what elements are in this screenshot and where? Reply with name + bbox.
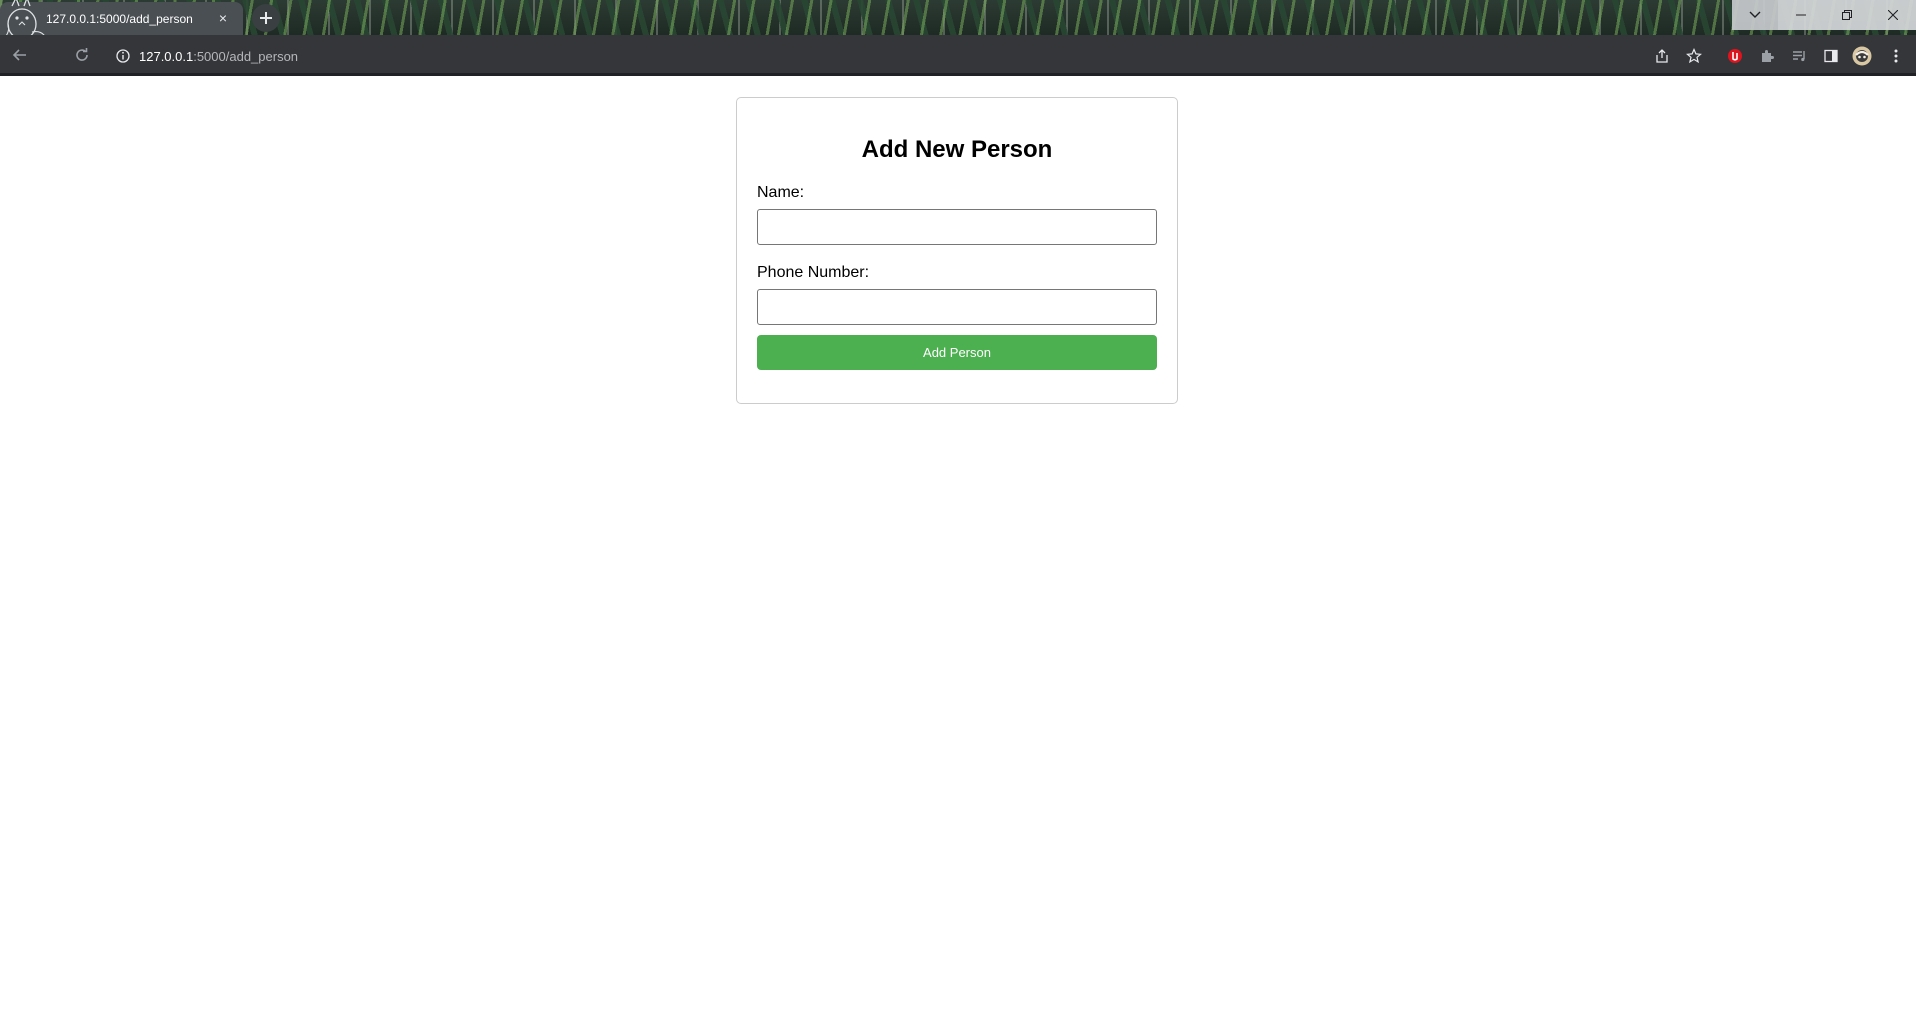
share-button[interactable] (1652, 46, 1672, 66)
tab-search-button[interactable] (1732, 0, 1778, 30)
kebab-menu-icon (1894, 49, 1898, 63)
restore-icon (1842, 10, 1852, 20)
media-queue-button[interactable] (1789, 46, 1809, 66)
extensions-puzzle-icon (1762, 50, 1774, 62)
bookmark-star-icon (1686, 48, 1702, 64)
extension-red-button[interactable] (1725, 46, 1745, 66)
extensions-button[interactable] (1757, 46, 1777, 66)
tab-title: 127.0.0.1:5000/add_person (46, 12, 193, 26)
phone-label: Phone Number: (757, 264, 870, 281)
chevron-down-icon (1749, 11, 1761, 18)
window-controls (1732, 0, 1916, 30)
media-queue-icon (1793, 51, 1805, 62)
add-person-button[interactable]: Add Person (757, 335, 1157, 370)
name-input[interactable] (757, 209, 1157, 245)
new-tab-button[interactable] (252, 4, 280, 32)
restore-button[interactable] (1824, 0, 1870, 30)
back-arrow-icon (12, 49, 26, 61)
url-path: :5000/add_person (193, 49, 299, 64)
close-window-button[interactable] (1870, 0, 1916, 30)
name-label: Name: (757, 184, 805, 201)
phone-input[interactable] (757, 289, 1157, 325)
add-person-card: Add New Person Name: Phone Number: Add P… (736, 97, 1178, 404)
add-person-form: Name: Phone Number: Add Person (757, 184, 1157, 370)
tab-strip: 127.0.0.1:5000/add_person × (0, 0, 1916, 35)
site-info-icon[interactable] (115, 48, 131, 64)
browser-toolbar: 127.0.0.1:5000/add_person (0, 35, 1916, 76)
tab-close-icon[interactable]: × (215, 10, 231, 26)
form-title: Add New Person (861, 136, 1053, 163)
active-tab[interactable]: 127.0.0.1:5000/add_person × (0, 0, 243, 35)
back-button[interactable] (8, 43, 32, 67)
url-text[interactable]: 127.0.0.1:5000/add_person (139, 49, 298, 64)
address-bar[interactable]: 127.0.0.1:5000/add_person (107, 41, 1652, 71)
extension-red-icon (1728, 49, 1742, 63)
side-panel-icon (1824, 49, 1838, 63)
plus-icon (260, 12, 272, 24)
reload-button[interactable] (70, 43, 94, 67)
side-panel-button[interactable] (1821, 46, 1841, 66)
profile-avatar (1852, 46, 1872, 66)
minimize-button[interactable] (1778, 0, 1824, 30)
url-host: 127.0.0.1 (139, 49, 194, 64)
close-window-icon (1888, 10, 1898, 20)
profile-button[interactable] (1852, 46, 1872, 66)
reload-icon (76, 48, 88, 61)
browser-menu-button[interactable] (1886, 46, 1906, 66)
page-viewport: Add New Person Name: Phone Number: Add P… (0, 76, 1916, 1036)
minimize-icon (1796, 14, 1806, 16)
bookmark-button[interactable] (1684, 46, 1704, 66)
share-icon (1656, 49, 1668, 63)
